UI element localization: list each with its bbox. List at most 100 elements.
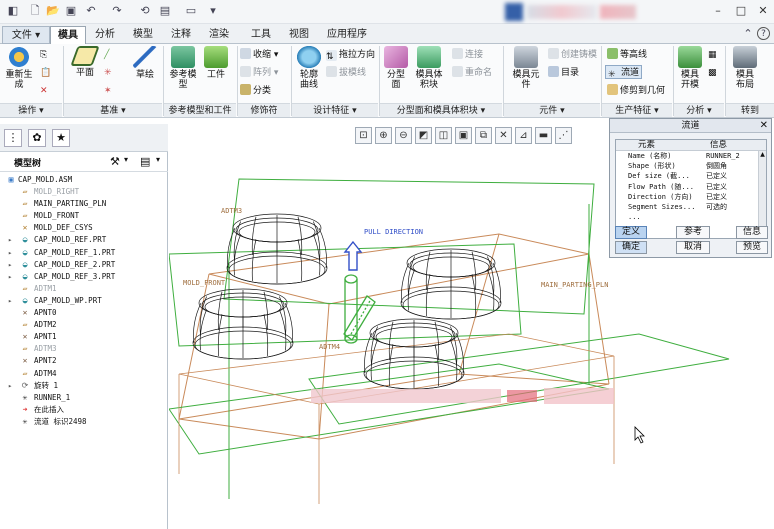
- group-modifiers[interactable]: 修饰符: [238, 103, 290, 117]
- copy-icon[interactable]: ⎘: [40, 48, 47, 62]
- runner-dialog-titlebar[interactable]: 流道 ✕: [610, 119, 771, 133]
- tree-item[interactable]: ✳ 流道 标识2498: [0, 416, 168, 428]
- table-row[interactable]: Shape (形状) 倒圆角: [616, 161, 766, 171]
- expand-arrow-icon[interactable]: ▸: [8, 234, 14, 246]
- ribbon-collapse-icon[interactable]: ⌃: [741, 27, 755, 41]
- restore-button[interactable]: □: [733, 3, 749, 19]
- group-goto[interactable]: 转到: [726, 103, 774, 117]
- tab-analysis[interactable]: 分析: [88, 26, 122, 44]
- tree-item[interactable]: ✕ APNT1: [0, 331, 168, 343]
- tree-show-dropdown-icon[interactable]: ▾: [156, 155, 160, 164]
- mold-open-button[interactable]: 模具 开模: [676, 46, 704, 90]
- expand-arrow-icon[interactable]: ▸: [8, 271, 14, 283]
- table-row[interactable]: Segment Sizes... 可选的: [616, 202, 766, 212]
- mold-component-button[interactable]: 模具元 件: [508, 46, 544, 90]
- tab-mold[interactable]: 模具: [50, 26, 86, 44]
- group-datum[interactable]: 基准 ▾: [64, 103, 162, 117]
- model-tree-tab-icon[interactable]: ⋮: [4, 129, 22, 147]
- define-button[interactable]: 定义: [615, 226, 647, 239]
- folder-icon[interactable]: ▭: [184, 4, 198, 18]
- tab-tools[interactable]: 工具: [244, 26, 278, 44]
- group-operations[interactable]: 操作 ▾: [0, 103, 62, 117]
- expand-arrow-icon[interactable]: ▸: [8, 247, 14, 259]
- group-reference-model[interactable]: 参考模型和工件: [164, 103, 236, 117]
- isoline-button[interactable]: 等高线: [607, 48, 647, 62]
- plane-button[interactable]: 平面: [70, 46, 100, 78]
- tree-item[interactable]: ✳ RUNNER_1: [0, 392, 168, 404]
- group-design-features[interactable]: 设计特征 ▾: [292, 103, 378, 117]
- point-icon[interactable]: ✳: [104, 66, 112, 80]
- trim-geometry-button[interactable]: 修剪到几何: [607, 84, 665, 98]
- group-analysis[interactable]: 分析 ▾: [674, 103, 724, 117]
- folder-browser-tab-icon[interactable]: ✿: [28, 129, 46, 147]
- axis-icon[interactable]: ╱: [104, 48, 109, 62]
- expand-arrow-icon[interactable]: ▸: [8, 259, 14, 271]
- regenerate-icon[interactable]: ⟲: [138, 4, 152, 18]
- tree-item[interactable]: ✕ APNT0: [0, 307, 168, 319]
- tree-item[interactable]: ▸ ◒ CAP_MOLD_REF_3.PRT: [0, 271, 168, 283]
- info-button[interactable]: 信息: [736, 226, 768, 239]
- workpiece-button[interactable]: 工件: [202, 46, 230, 80]
- help-icon[interactable]: ?: [757, 27, 770, 40]
- references-button[interactable]: 参考: [676, 226, 710, 239]
- tree-item[interactable]: ▸ ◒ CAP_MOLD_REF.PRT: [0, 234, 168, 246]
- analysis-small-2-icon[interactable]: ▩: [708, 66, 717, 80]
- tab-render[interactable]: 渲染: [202, 26, 236, 44]
- expand-arrow-icon[interactable]: ▸: [8, 295, 14, 307]
- close-button[interactable]: ✕: [755, 3, 771, 19]
- close-icon[interactable]: ✕: [760, 119, 768, 133]
- customize-dropdown-icon[interactable]: ▾: [206, 4, 220, 18]
- open-icon[interactable]: 📂: [46, 4, 60, 18]
- tree-item[interactable]: ▸ ◒ CAP_MOLD_REF_2.PRT: [0, 259, 168, 271]
- save-icon[interactable]: ▣: [64, 4, 78, 18]
- app-icon[interactable]: ◧: [6, 4, 20, 18]
- table-row[interactable]: Flow Path (随... 已定义: [616, 182, 766, 192]
- tab-annotate[interactable]: 注释: [164, 26, 198, 44]
- table-row[interactable]: Name (名称) RUNNER_2: [616, 151, 766, 161]
- favorites-tab-icon[interactable]: ★: [52, 129, 70, 147]
- ok-button[interactable]: 确定: [615, 241, 647, 254]
- undo-icon[interactable]: ↶: [84, 4, 98, 18]
- tree-show-icon[interactable]: ▤: [140, 155, 150, 168]
- sketch-button[interactable]: 草绘: [130, 46, 160, 80]
- tab-view[interactable]: 视图: [282, 26, 316, 44]
- analysis-small-1-icon[interactable]: ▦: [708, 48, 717, 62]
- runner-button[interactable]: ✳ 流道: [605, 65, 643, 80]
- tab-file[interactable]: 文件 ▾: [2, 26, 50, 44]
- mold-layout-button[interactable]: 模具 布局: [730, 46, 760, 90]
- tree-item[interactable]: ✕ APNT2: [0, 355, 168, 367]
- cancel-button[interactable]: 取消: [676, 241, 710, 254]
- tab-model[interactable]: 模型: [126, 26, 160, 44]
- draft-line-button[interactable]: 拔模线: [326, 66, 366, 80]
- contour-curve-button[interactable]: 轮廓 曲线: [294, 46, 324, 90]
- pattern-button[interactable]: 阵列 ▾: [240, 66, 278, 80]
- preview-button[interactable]: 预览: [736, 241, 768, 254]
- delete-icon[interactable]: ✕: [40, 84, 48, 98]
- mold-volume-button[interactable]: 模具体 积块: [412, 46, 446, 90]
- minimize-button[interactable]: –: [710, 3, 726, 19]
- new-icon[interactable]: 🗋: [28, 4, 42, 18]
- table-row[interactable]: Def size (截... 已定义: [616, 171, 766, 181]
- reference-model-button[interactable]: 参考模 型: [166, 46, 200, 90]
- tree-item[interactable]: ▸ ⟳ 旋转 1: [0, 380, 168, 392]
- tree-item[interactable]: ▸ ◒ CAP_MOLD_REF_1.PRT: [0, 247, 168, 259]
- paste-icon[interactable]: 📋: [40, 66, 51, 80]
- tree-item[interactable]: ▱ ADTM1: [0, 283, 168, 295]
- tree-item[interactable]: ▸ ◒ CAP_MOLD_WP.PRT: [0, 295, 168, 307]
- tree-item[interactable]: ▱ ADTM3: [0, 343, 168, 355]
- table-row[interactable]: ...: [616, 212, 766, 222]
- scroll-up-icon[interactable]: ▲: [759, 151, 766, 159]
- group-parting[interactable]: 分型面和模具体积块 ▾: [380, 103, 502, 117]
- shrink-button[interactable]: 收缩 ▾: [240, 48, 278, 62]
- window-icon[interactable]: ▤: [158, 4, 172, 18]
- parting-surface-button[interactable]: 分型 面: [382, 46, 410, 90]
- pull-direction-button[interactable]: ⇅ 拖拉方向: [326, 48, 375, 62]
- csys-icon[interactable]: ✶: [104, 84, 112, 98]
- tree-item[interactable]: ▱ MOLD_RIGHT: [0, 186, 168, 198]
- connect-button[interactable]: 连接: [452, 48, 483, 62]
- group-components[interactable]: 元件 ▾: [504, 103, 600, 117]
- regenerate-button[interactable]: 重新生 成: [4, 46, 34, 90]
- tab-applications[interactable]: 应用程序: [322, 26, 372, 44]
- classify-button[interactable]: 分类: [240, 84, 271, 98]
- tree-item[interactable]: ➜ 在此插入: [0, 404, 168, 416]
